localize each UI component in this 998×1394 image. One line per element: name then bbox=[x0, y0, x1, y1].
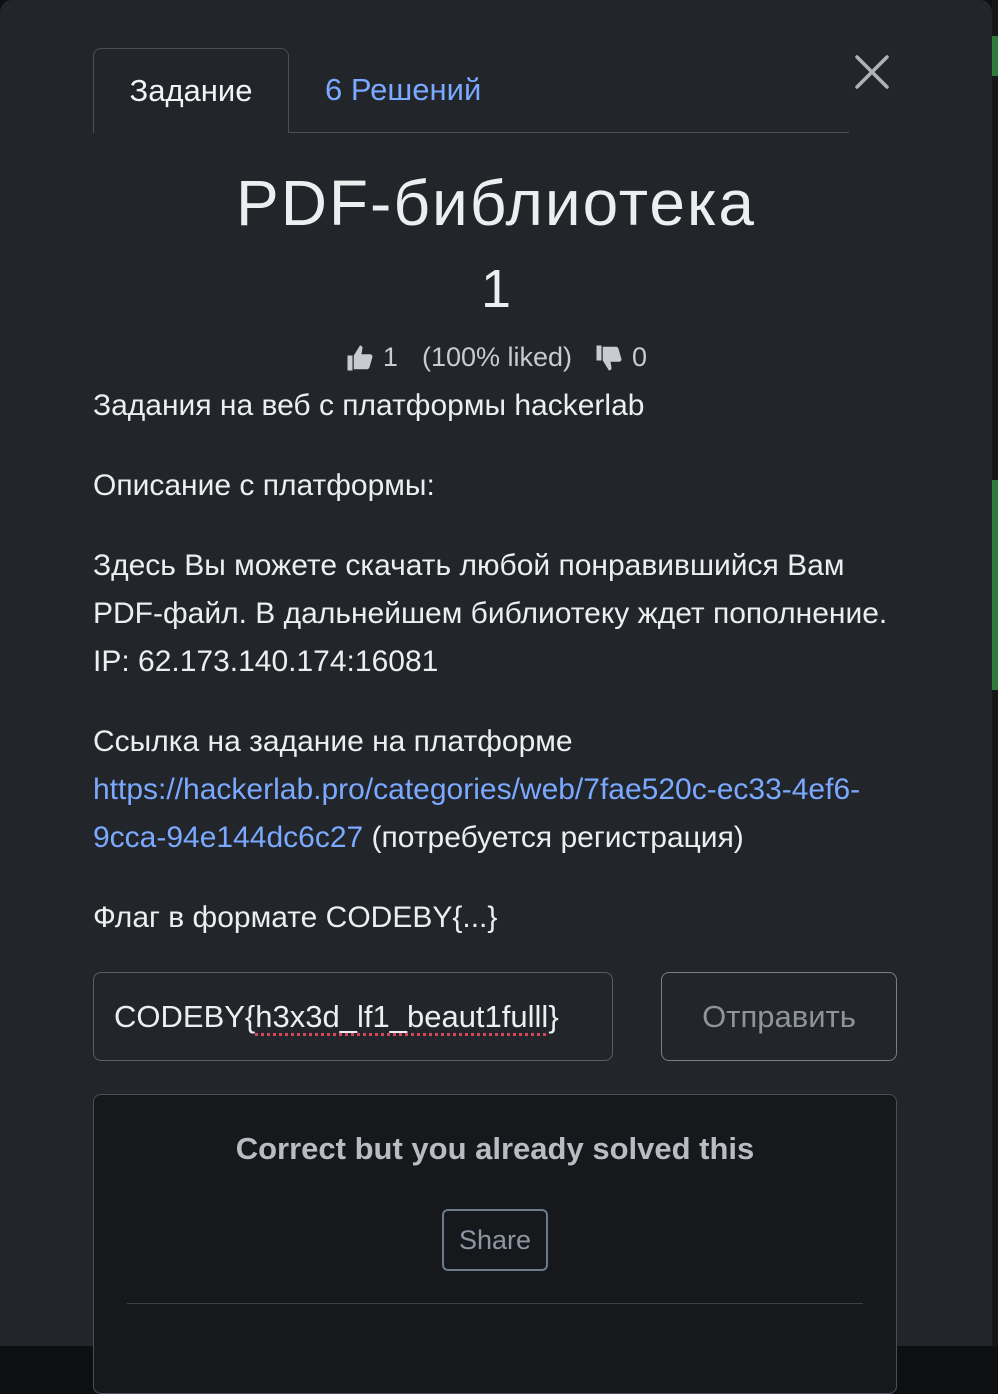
background-strip bbox=[992, 0, 998, 1346]
rating-row: 1 (100% liked) 0 bbox=[0, 342, 992, 373]
description-paragraph: Описание с платформы: bbox=[93, 462, 913, 510]
dislike-count: 0 bbox=[632, 342, 647, 373]
tab-solves[interactable]: 6 Решений bbox=[325, 48, 481, 132]
challenge-title: PDF-библиотека bbox=[0, 166, 992, 240]
liked-percent: (100% liked) bbox=[422, 342, 572, 373]
flag-format-hint: Флаг в формате CODEBY{...} bbox=[93, 894, 913, 942]
link-note: (потребуется регистрация) bbox=[363, 821, 744, 854]
result-message: Correct but you already solved this bbox=[94, 1131, 896, 1167]
background-accent bbox=[992, 480, 998, 690]
thumbs-down-icon[interactable] bbox=[594, 343, 624, 373]
background-accent bbox=[992, 36, 998, 76]
link-intro: Ссылка на задание на платформе bbox=[93, 725, 573, 758]
thumbs-up-icon[interactable] bbox=[345, 343, 375, 373]
challenge-modal: Задание 6 Решений PDF-библиотека 1 1 (10… bbox=[0, 0, 992, 1346]
challenge-description: Задания на веб с платформы hackerlab Опи… bbox=[93, 382, 913, 942]
close-icon bbox=[852, 52, 892, 92]
flag-prefix: CODEBY{ bbox=[114, 999, 255, 1035]
flag-body: h3x3d_lf1_beaut1fulll bbox=[255, 999, 548, 1035]
flag-input[interactable]: CODEBY{h3x3d_lf1_beaut1fulll} bbox=[93, 972, 613, 1061]
description-paragraph: Задания на веб с платформы hackerlab bbox=[93, 382, 913, 430]
divider bbox=[127, 1303, 863, 1304]
flag-suffix: } bbox=[548, 999, 558, 1035]
description-paragraph: Ссылка на задание на платформе https://h… bbox=[93, 718, 913, 862]
modal-tabs: Задание 6 Решений bbox=[93, 48, 849, 133]
submit-button[interactable]: Отправить bbox=[661, 972, 897, 1061]
tab-challenge[interactable]: Задание bbox=[93, 48, 289, 133]
close-button[interactable] bbox=[852, 52, 892, 92]
result-panel: Correct but you already solved this Shar… bbox=[93, 1094, 897, 1394]
share-button[interactable]: Share bbox=[442, 1209, 548, 1271]
description-paragraph: Здесь Вы можете скачать любой понравивши… bbox=[93, 542, 913, 686]
challenge-value: 1 bbox=[0, 258, 992, 320]
like-count: 1 bbox=[383, 342, 398, 373]
